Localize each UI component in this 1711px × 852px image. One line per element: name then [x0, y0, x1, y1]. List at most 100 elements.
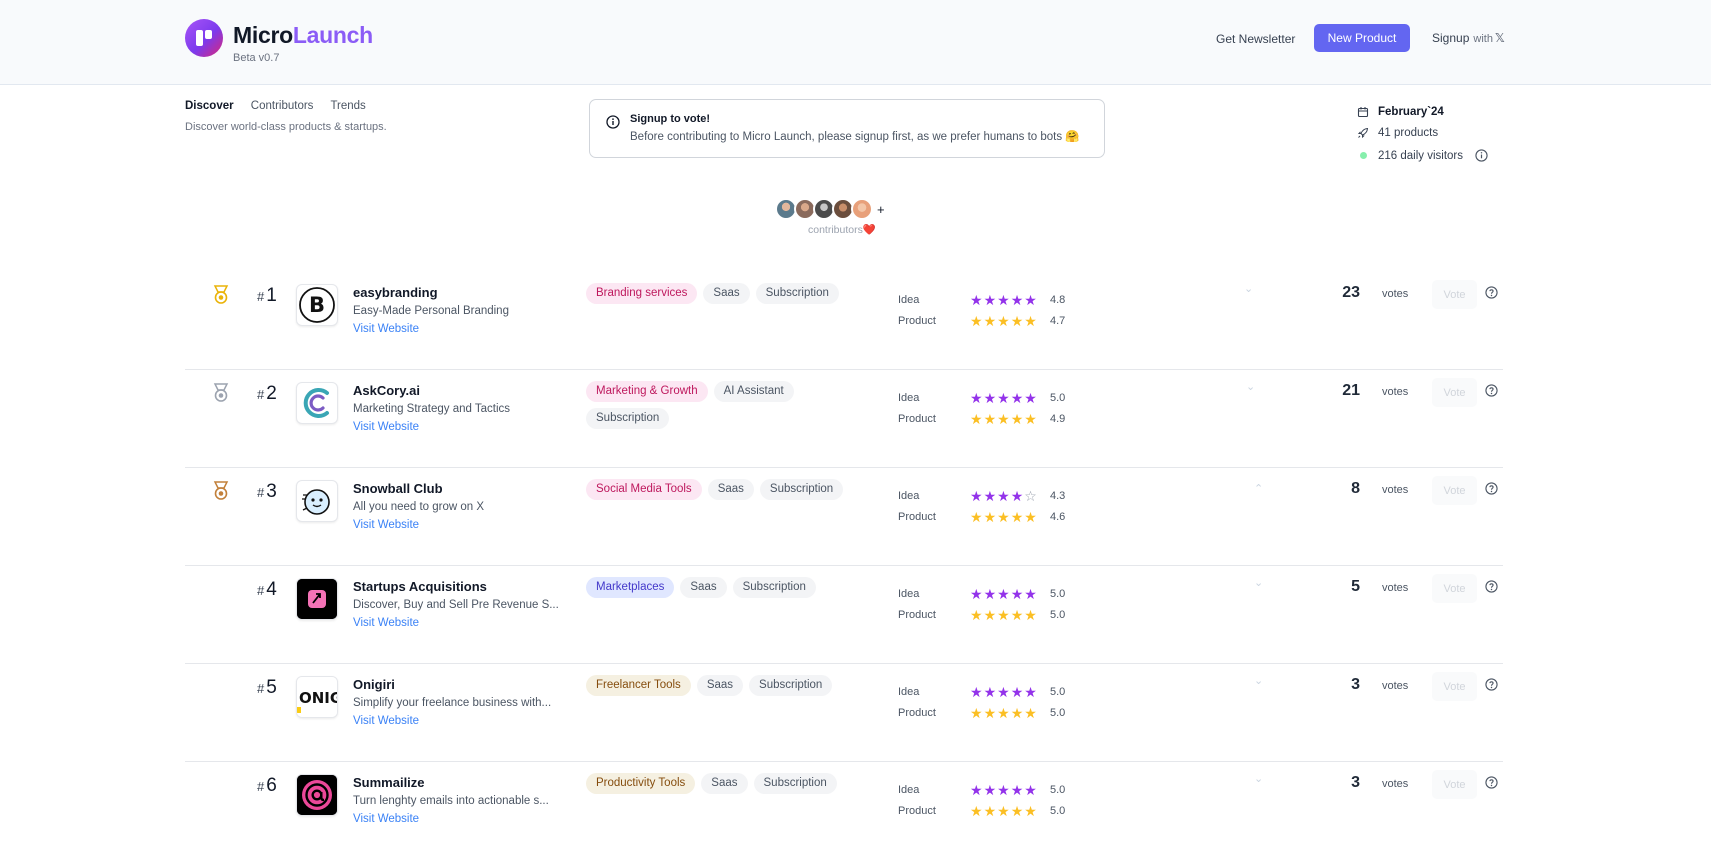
- product-rating-label: Product: [898, 707, 936, 719]
- product-rating-label: Product: [898, 609, 936, 621]
- tag-chip[interactable]: Subscription: [759, 479, 844, 500]
- product-name[interactable]: AskCory.ai: [353, 383, 420, 398]
- idea-stars: ★ ★ ★ ★ ★: [970, 782, 1037, 798]
- visit-website-link[interactable]: Visit Website: [353, 813, 419, 825]
- tag-chip[interactable]: Marketing & Growth: [586, 381, 708, 402]
- tag-chip[interactable]: Subscription: [732, 577, 816, 598]
- avatar[interactable]: [851, 198, 873, 220]
- tag-chip[interactable]: Productivity Tools: [586, 773, 696, 794]
- help-icon[interactable]: [1485, 776, 1498, 794]
- help-icon[interactable]: [1485, 286, 1498, 304]
- product-tags: Marketing & Growth AI Assistant Subscrip…: [586, 381, 856, 429]
- rank-number: #4: [257, 579, 277, 601]
- rank-value: 6: [266, 775, 277, 796]
- tag-chip[interactable]: Saas: [701, 773, 748, 794]
- product-row: #2 AskCory.ai Marketing Strategy and Tac…: [185, 370, 1503, 468]
- more-contributors-plus[interactable]: +: [877, 202, 885, 217]
- tag-chip[interactable]: Saas: [707, 479, 754, 500]
- rank-hash: #: [257, 583, 265, 598]
- product-name[interactable]: Onigiri: [353, 677, 395, 692]
- votes-count: 23: [1342, 284, 1360, 301]
- tag-chip[interactable]: Saas: [696, 675, 744, 696]
- vote-button[interactable]: Vote: [1432, 476, 1477, 505]
- visit-website-link[interactable]: Visit Website: [353, 421, 419, 433]
- rocket-icon: [1357, 127, 1369, 139]
- chevron-down-icon[interactable]: ⌄: [1254, 772, 1263, 785]
- visitors-count: 216 daily visitors: [1378, 149, 1464, 162]
- tag-chip[interactable]: Branding services: [586, 283, 698, 304]
- product-logo[interactable]: B: [296, 284, 338, 326]
- help-icon[interactable]: [1485, 384, 1498, 402]
- chevron-down-icon[interactable]: ⌄: [1254, 576, 1263, 589]
- signup-with-x-link[interactable]: Signup with 𝕏: [1432, 31, 1505, 45]
- help-icon[interactable]: [1485, 678, 1498, 696]
- tag-chip[interactable]: Subscription: [755, 283, 839, 304]
- tab-discover[interactable]: Discover: [185, 100, 234, 112]
- product-row: #5 ONIG Onigiri Simplify your freelance …: [185, 664, 1503, 762]
- product-logo[interactable]: [296, 480, 338, 522]
- product-rating-value: 4.9: [1050, 413, 1066, 425]
- product-name[interactable]: Summailize: [353, 775, 425, 790]
- vote-button[interactable]: Vote: [1432, 770, 1477, 799]
- tag-chip[interactable]: AI Assistant: [713, 381, 794, 402]
- signup-with-label: with: [1473, 33, 1493, 45]
- info-circle-icon[interactable]: [1475, 149, 1488, 162]
- logo-icon[interactable]: [185, 19, 223, 57]
- chevron-down-icon[interactable]: ⌄: [1254, 674, 1263, 687]
- tag-chip[interactable]: Subscription: [586, 408, 670, 429]
- new-product-button[interactable]: New Product: [1314, 24, 1410, 52]
- product-stars: ★ ★ ★ ★ ★: [970, 313, 1037, 329]
- votes-label: votes: [1382, 680, 1409, 692]
- tag-chip[interactable]: Subscription: [753, 773, 837, 794]
- product-tags: Productivity Tools Saas Subscription: [586, 773, 856, 794]
- chevron-down-icon[interactable]: ⌄: [1246, 380, 1255, 393]
- idea-stars: ★ ★ ★ ★ ★: [970, 586, 1037, 602]
- brand-name[interactable]: MicroLaunch: [233, 22, 373, 49]
- contributors-avatars[interactable]: +: [775, 198, 885, 220]
- tab-trends[interactable]: Trends: [330, 100, 365, 112]
- product-description: Discover, Buy and Sell Pre Revenue S...: [353, 599, 559, 611]
- product-logo[interactable]: [296, 578, 338, 620]
- products-stat: 41 products: [1357, 127, 1438, 139]
- product-description: All you need to grow on X: [353, 501, 485, 513]
- product-row: #6 Summailize Turn lenghty emails into a…: [185, 762, 1503, 852]
- product-tags: Marketplaces Saas Subscription: [586, 577, 856, 598]
- product-name[interactable]: easybranding: [353, 285, 438, 300]
- tag-chip[interactable]: Social Media Tools: [586, 479, 702, 500]
- vote-button[interactable]: Vote: [1432, 280, 1477, 309]
- tag-chip[interactable]: Saas: [680, 577, 727, 598]
- idea-rating-value: 5.0: [1050, 686, 1066, 698]
- visit-website-link[interactable]: Visit Website: [353, 519, 419, 531]
- vote-button[interactable]: Vote: [1432, 672, 1477, 701]
- vote-button[interactable]: Vote: [1432, 378, 1477, 407]
- product-logo[interactable]: [296, 382, 338, 424]
- vote-button[interactable]: Vote: [1432, 574, 1477, 603]
- rank-hash: #: [257, 387, 265, 402]
- chevron-down-icon[interactable]: ⌄: [1244, 282, 1253, 295]
- product-name[interactable]: Snowball Club: [353, 481, 443, 496]
- product-name[interactable]: Startups Acquisitions: [353, 579, 487, 594]
- help-icon[interactable]: [1485, 580, 1498, 598]
- tag-chip[interactable]: Saas: [703, 283, 750, 304]
- tag-chip[interactable]: Freelancer Tools: [586, 675, 691, 696]
- tab-contributors[interactable]: Contributors: [251, 100, 314, 112]
- chevron-up-icon[interactable]: ⌃: [1254, 482, 1263, 495]
- get-newsletter-link[interactable]: Get Newsletter: [1216, 32, 1295, 46]
- product-rating-value: 4.6: [1050, 511, 1066, 523]
- signup-notice: Signup to vote! Before contributing to M…: [589, 99, 1105, 158]
- votes-count: 8: [1351, 480, 1360, 497]
- notice-text: Before contributing to Micro Launch, ple…: [630, 131, 1080, 143]
- idea-rating-label: Idea: [898, 294, 920, 306]
- product-logo[interactable]: [296, 774, 338, 816]
- product-rating-value: 5.0: [1050, 609, 1066, 621]
- help-icon[interactable]: [1485, 482, 1498, 500]
- visit-website-link[interactable]: Visit Website: [353, 323, 419, 335]
- tag-chip[interactable]: Subscription: [749, 675, 833, 696]
- product-description: Turn lenghty emails into actionable s...: [353, 795, 549, 807]
- rank-hash: #: [257, 485, 265, 500]
- product-logo[interactable]: ONIG: [296, 676, 338, 718]
- month-label: February`24: [1378, 106, 1444, 118]
- visit-website-link[interactable]: Visit Website: [353, 617, 419, 629]
- visit-website-link[interactable]: Visit Website: [353, 715, 419, 727]
- tag-chip[interactable]: Marketplaces: [586, 577, 675, 598]
